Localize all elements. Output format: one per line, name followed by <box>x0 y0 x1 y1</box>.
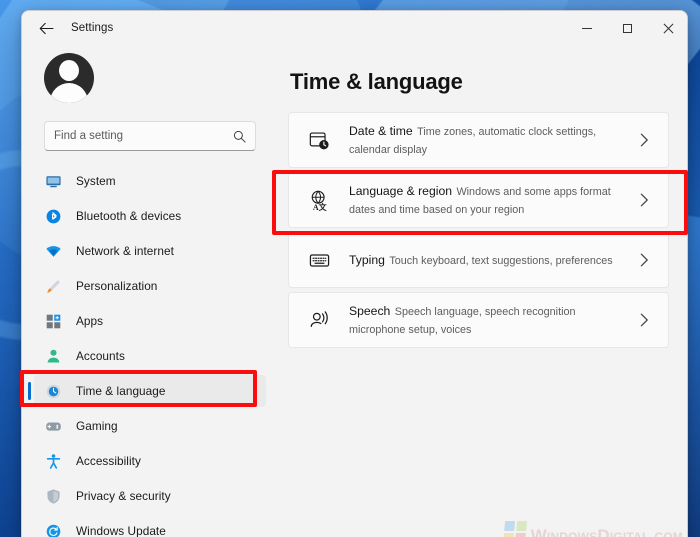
card-date-and-time[interactable]: Date & time Time zones, automatic clock … <box>288 112 669 168</box>
calendar-clock-icon <box>307 128 331 152</box>
chevron-right-icon[interactable] <box>634 313 654 327</box>
sidebar-item-personalization[interactable]: Personalization <box>34 270 266 302</box>
sidebar-item-label: Accounts <box>76 349 125 363</box>
monitor-icon <box>44 172 62 190</box>
card-title: Typing <box>349 253 385 267</box>
search-input[interactable] <box>54 130 233 142</box>
clock-globe-icon <box>44 382 62 400</box>
sidebar-item-label: Bluetooth & devices <box>76 209 182 223</box>
sidebar-item-label: Accessibility <box>76 454 141 468</box>
sidebar-item-label: Gaming <box>76 419 118 433</box>
shield-icon <box>44 487 62 505</box>
settings-window: Settings Find a setting System Bluetooth… <box>21 10 688 537</box>
sidebar-item-label: Apps <box>76 314 104 328</box>
sidebar-item-label: System <box>76 174 116 188</box>
sidebar-item-time-language[interactable]: Time & language <box>28 375 266 407</box>
card-text: Language & region Windows and some apps … <box>349 182 634 218</box>
sidebar-item-label: Time & language <box>76 384 166 398</box>
settings-card-list: Date & time Time zones, automatic clock … <box>288 112 669 348</box>
card-title: Language & region <box>349 184 453 198</box>
page-title: Time & language <box>290 69 463 94</box>
card-language-and-region[interactable]: A 文 Language & region Windows and some a… <box>288 172 669 228</box>
svg-text:文: 文 <box>318 202 327 211</box>
sidebar-item-label: Personalization <box>76 279 158 293</box>
card-typing[interactable]: Typing Touch keyboard, text suggestions,… <box>288 232 669 288</box>
windows-digital-logo-icon <box>502 521 527 537</box>
window-title: Settings <box>71 22 114 34</box>
sidebar-nav-list: System Bluetooth & devices Network & int… <box>22 165 278 537</box>
chevron-right-icon[interactable] <box>634 253 654 267</box>
minimize-icon <box>582 27 592 29</box>
back-button[interactable] <box>31 15 61 41</box>
maximize-icon <box>622 23 632 33</box>
sidebar-item-gaming[interactable]: Gaming <box>34 410 266 442</box>
window-body: System Bluetooth & devices <box>22 45 687 537</box>
sidebar: System Bluetooth & devices <box>22 45 278 537</box>
card-title: Date & time <box>349 124 413 138</box>
card-text: Speech Speech language, speech recogniti… <box>349 302 634 338</box>
sidebar-item-label: Privacy & security <box>76 489 171 503</box>
bluetooth-icon <box>44 207 62 225</box>
maximize-button[interactable] <box>607 11 647 45</box>
close-icon <box>662 23 673 34</box>
watermark: WindowsDigital.com <box>502 521 683 537</box>
speech-icon <box>307 308 331 332</box>
sidebar-item-windows-update[interactable]: Windows Update <box>34 515 266 537</box>
account-block[interactable] <box>22 45 278 121</box>
sidebar-item-label: Windows Update <box>76 524 166 537</box>
sidebar-item-apps[interactable]: Apps <box>34 305 266 337</box>
brush-icon <box>44 277 62 295</box>
desktop-background: Settings Find a setting System Bluetooth… <box>0 0 700 537</box>
sidebar-item-accessibility[interactable]: Accessibility <box>34 445 266 477</box>
chevron-right-icon[interactable] <box>634 133 654 147</box>
title-bar: Settings <box>22 11 687 45</box>
card-subtitle: Touch keyboard, text suggestions, prefer… <box>389 255 613 267</box>
main-content: Time & language Date & time Time zones, … <box>278 45 687 537</box>
card-title: Speech <box>349 304 391 318</box>
globe-language-icon: A 文 <box>307 188 331 212</box>
update-icon <box>44 522 62 537</box>
card-text: Typing Touch keyboard, text suggestions,… <box>349 251 634 269</box>
card-speech[interactable]: Speech Speech language, speech recogniti… <box>288 292 669 348</box>
window-controls <box>567 11 687 45</box>
gamepad-icon <box>44 417 62 435</box>
sidebar-item-network-internet[interactable]: Network & internet <box>34 235 266 267</box>
keyboard-icon <box>307 248 331 272</box>
search-box[interactable] <box>44 121 256 151</box>
chevron-right-icon[interactable] <box>634 193 654 207</box>
wifi-icon <box>44 242 62 260</box>
minimize-button[interactable] <box>567 11 607 45</box>
sidebar-item-privacy-security[interactable]: Privacy & security <box>34 480 266 512</box>
person-icon <box>44 347 62 365</box>
sidebar-item-label: Network & internet <box>76 244 174 258</box>
sidebar-item-bluetooth-devices[interactable]: Bluetooth & devices <box>34 200 266 232</box>
card-text: Date & time Time zones, automatic clock … <box>349 122 634 158</box>
watermark-text: WindowsDigital.com <box>530 526 683 537</box>
accessibility-icon <box>44 452 62 470</box>
avatar[interactable] <box>44 53 94 103</box>
apps-grid-icon <box>44 312 62 330</box>
close-button[interactable] <box>647 11 687 45</box>
sidebar-item-accounts[interactable]: Accounts <box>34 340 266 372</box>
search-wrap <box>22 121 278 151</box>
sidebar-item-system[interactable]: System <box>34 165 266 197</box>
search-icon <box>233 130 246 143</box>
back-arrow-icon <box>39 22 54 34</box>
